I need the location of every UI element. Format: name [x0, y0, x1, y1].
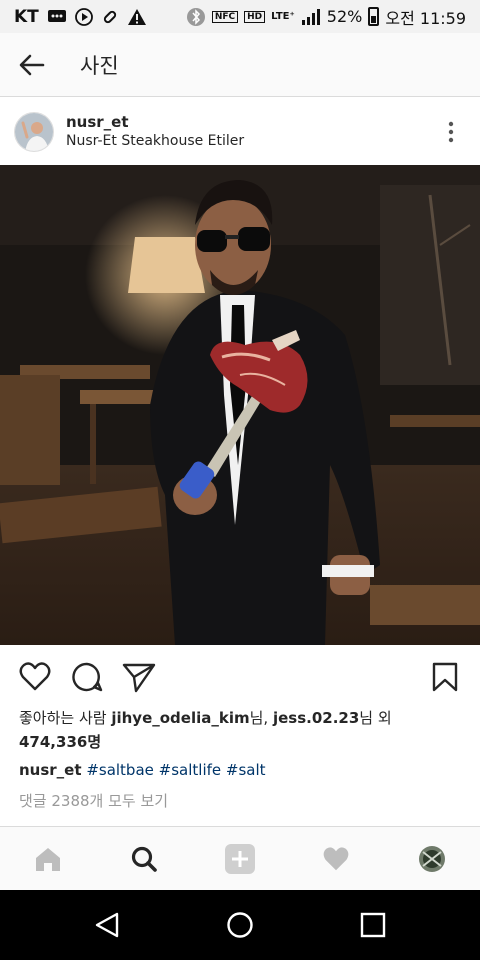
view-all-comments-link[interactable]: 댓글 2388개 모두 보기 — [19, 790, 168, 811]
post-caption: nusr_et #saltbae #saltlife #salt — [19, 758, 469, 782]
likes-prefix: 좋아하는 사람 — [19, 709, 112, 727]
share-button[interactable] — [120, 658, 158, 696]
bookmark-icon — [432, 662, 458, 692]
search-icon — [131, 846, 157, 872]
page-title: 사진 — [80, 53, 119, 78]
hashtag-link[interactable]: #saltlife — [159, 761, 221, 779]
battery-icon — [368, 7, 380, 26]
post-username[interactable]: nusr_et — [66, 113, 244, 133]
nfc-icon: NFC — [211, 10, 239, 23]
hashtag-link[interactable]: #salt — [226, 761, 266, 779]
tab-search[interactable] — [114, 829, 174, 889]
hashtag-link[interactable]: #saltbae — [86, 761, 154, 779]
system-back-button[interactable] — [77, 895, 137, 955]
more-vertical-icon — [448, 121, 454, 142]
tab-add[interactable] — [210, 829, 270, 889]
carrier-label: KT — [14, 6, 39, 27]
message-icon — [47, 9, 67, 25]
likes-count[interactable]: 474,336명 — [19, 733, 101, 751]
clock: 오전 11:59 — [385, 8, 466, 28]
likes-mid: 님, — [249, 709, 273, 727]
post-header: nusr_et Nusr-Et Steakhouse Etiler — [0, 98, 480, 165]
activity-heart-icon — [323, 846, 349, 870]
caption-username[interactable]: nusr_et — [19, 761, 82, 779]
lte-icon: LTE⁺ — [271, 11, 295, 22]
play-icon — [74, 7, 93, 26]
home-icon — [36, 847, 60, 871]
post-location[interactable]: Nusr-Et Steakhouse Etiler — [66, 132, 244, 150]
tab-activity[interactable] — [306, 829, 366, 889]
arrow-left-icon — [19, 54, 45, 75]
recents-square-icon — [361, 912, 386, 938]
bottom-tab-bar — [0, 826, 480, 890]
system-nav-bar — [0, 890, 480, 960]
liker-link-1[interactable]: jihye_odelia_kim — [111, 709, 249, 727]
liker-link-2[interactable]: jess.02.23 — [273, 709, 359, 727]
back-button[interactable] — [0, 33, 64, 97]
comment-icon — [72, 662, 103, 692]
post-actions — [0, 652, 480, 702]
add-icon — [225, 843, 255, 874]
link-icon — [101, 8, 119, 26]
back-triangle-icon — [95, 912, 118, 938]
heart-icon — [19, 662, 51, 691]
app-bar: 사진 — [0, 33, 480, 97]
system-home-button[interactable] — [210, 895, 270, 955]
likes-summary: 좋아하는 사람 jihye_odelia_kim님, jess.02.23님 외… — [19, 706, 469, 754]
warning-icon — [127, 8, 147, 26]
save-button[interactable] — [426, 658, 464, 696]
share-icon — [122, 663, 156, 693]
system-recents-button[interactable] — [343, 895, 403, 955]
likes-suffix: 님 외 — [359, 709, 392, 727]
home-circle-icon — [227, 912, 253, 938]
tab-profile[interactable] — [402, 829, 462, 889]
avatar[interactable] — [14, 111, 54, 152]
battery-percent: 52% — [326, 7, 363, 26]
like-button[interactable] — [16, 658, 54, 696]
profile-avatar — [419, 845, 445, 872]
more-options-button[interactable] — [436, 112, 466, 152]
tab-home[interactable] — [18, 829, 78, 889]
comment-button[interactable] — [68, 658, 106, 696]
bluetooth-icon — [186, 7, 206, 27]
status-bar: KT NFC HD LTE⁺ 52% 오전 11:59 — [0, 0, 480, 33]
post-photo[interactable] — [0, 165, 480, 645]
hd-icon: HD — [244, 10, 266, 23]
signal-icon — [301, 8, 321, 26]
